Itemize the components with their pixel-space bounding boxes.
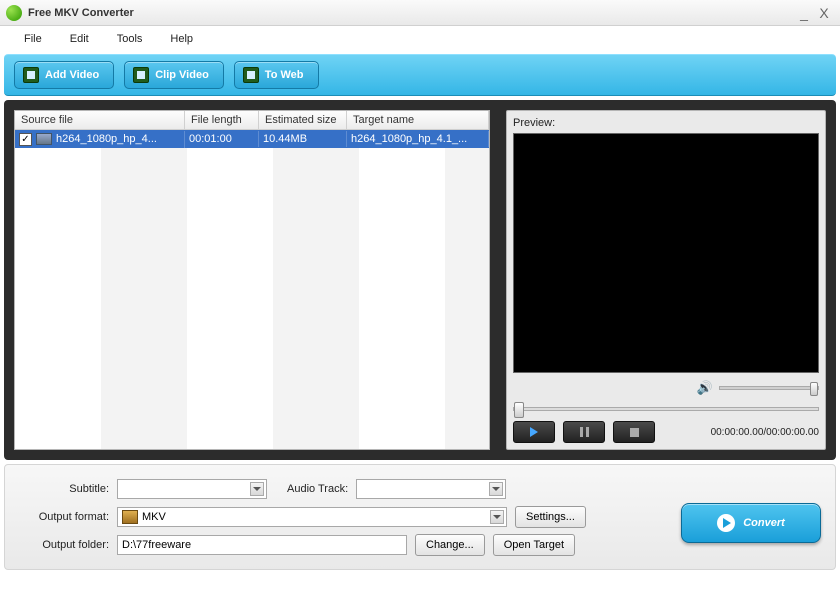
audiotrack-combo[interactable] [356, 479, 506, 499]
col-length[interactable]: File length [185, 111, 259, 129]
to-web-label: To Web [265, 69, 304, 81]
row-target: h264_1080p_hp_4.1_... [347, 131, 489, 147]
play-button[interactable] [513, 421, 555, 443]
menu-edit[interactable]: Edit [56, 29, 103, 49]
to-web-button[interactable]: To Web [234, 61, 319, 89]
table-row[interactable]: ✓ h264_1080p_hp_4... 00:01:00 10.44MB h2… [15, 130, 489, 148]
chevron-down-icon [490, 510, 504, 524]
toolbar: Add Video Clip Video To Web [4, 54, 836, 96]
convert-button[interactable]: Convert [681, 503, 821, 543]
seek-row [513, 401, 819, 417]
audiotrack-label: Audio Track: [287, 483, 348, 495]
col-size[interactable]: Estimated size [259, 111, 347, 129]
volume-thumb[interactable] [810, 382, 818, 396]
output-format-combo[interactable]: MKV [117, 507, 507, 527]
add-video-icon [23, 67, 39, 83]
convert-play-icon [717, 514, 735, 532]
close-button[interactable]: X [814, 5, 834, 21]
app-logo-icon [6, 5, 22, 21]
pause-button[interactable] [563, 421, 605, 443]
workspace: Source file File length Estimated size T… [4, 100, 836, 460]
row-checkbox[interactable]: ✓ [19, 133, 32, 146]
volume-slider[interactable] [719, 386, 819, 390]
menu-tools[interactable]: Tools [103, 29, 157, 49]
settings-button[interactable]: Settings... [515, 506, 586, 528]
menu-file[interactable]: File [10, 29, 56, 49]
row-source: h264_1080p_hp_4... [56, 133, 157, 145]
chevron-down-icon [250, 482, 264, 496]
clip-video-button[interactable]: Clip Video [124, 61, 224, 89]
row-size: 10.44MB [259, 131, 347, 147]
preview-screen [513, 133, 819, 373]
output-format-value: MKV [142, 511, 166, 523]
play-icon [530, 427, 538, 437]
preview-panel: Preview: 🔊 00:00:00.00/00:00:00.00 [506, 110, 826, 450]
stop-icon [630, 428, 639, 437]
add-video-label: Add Video [45, 69, 99, 81]
output-folder-input[interactable]: D:\77freeware [117, 535, 407, 555]
speaker-icon[interactable]: 🔊 [697, 380, 713, 396]
clip-video-label: Clip Video [155, 69, 209, 81]
preview-label: Preview: [513, 117, 819, 129]
to-web-icon [243, 67, 259, 83]
video-file-icon [36, 133, 52, 145]
file-list-body: ✓ h264_1080p_hp_4... 00:01:00 10.44MB h2… [15, 130, 489, 449]
menu-help[interactable]: Help [156, 29, 207, 49]
add-video-button[interactable]: Add Video [14, 61, 114, 89]
minimize-button[interactable]: _ [794, 5, 814, 21]
mkv-format-icon [122, 510, 138, 524]
change-button[interactable]: Change... [415, 534, 485, 556]
bottom-panel: Subtitle: Audio Track: Output format: MK… [4, 464, 836, 570]
pause-icon [580, 427, 589, 437]
col-target[interactable]: Target name [347, 111, 489, 129]
file-list-panel: Source file File length Estimated size T… [14, 110, 490, 450]
subtitle-label: Subtitle: [19, 483, 109, 495]
output-folder-value: D:\77freeware [122, 539, 191, 551]
timecode: 00:00:00.00/00:00:00.00 [711, 427, 819, 438]
output-folder-label: Output folder: [19, 539, 109, 551]
output-format-label: Output format: [19, 511, 109, 523]
open-target-button[interactable]: Open Target [493, 534, 575, 556]
volume-row: 🔊 [513, 377, 819, 399]
chevron-down-icon [489, 482, 503, 496]
subtitle-combo[interactable] [117, 479, 267, 499]
menu-bar: File Edit Tools Help [0, 26, 840, 52]
seek-thumb[interactable] [514, 402, 524, 418]
stop-button[interactable] [613, 421, 655, 443]
title-bar: Free MKV Converter _ X [0, 0, 840, 26]
window-title: Free MKV Converter [28, 7, 794, 19]
playback-controls: 00:00:00.00/00:00:00.00 [513, 421, 819, 443]
convert-label: Convert [743, 517, 785, 529]
row-length: 00:01:00 [185, 131, 259, 147]
clip-video-icon [133, 67, 149, 83]
seek-slider[interactable] [513, 407, 819, 411]
file-list-header: Source file File length Estimated size T… [15, 111, 489, 130]
col-source[interactable]: Source file [15, 111, 185, 129]
